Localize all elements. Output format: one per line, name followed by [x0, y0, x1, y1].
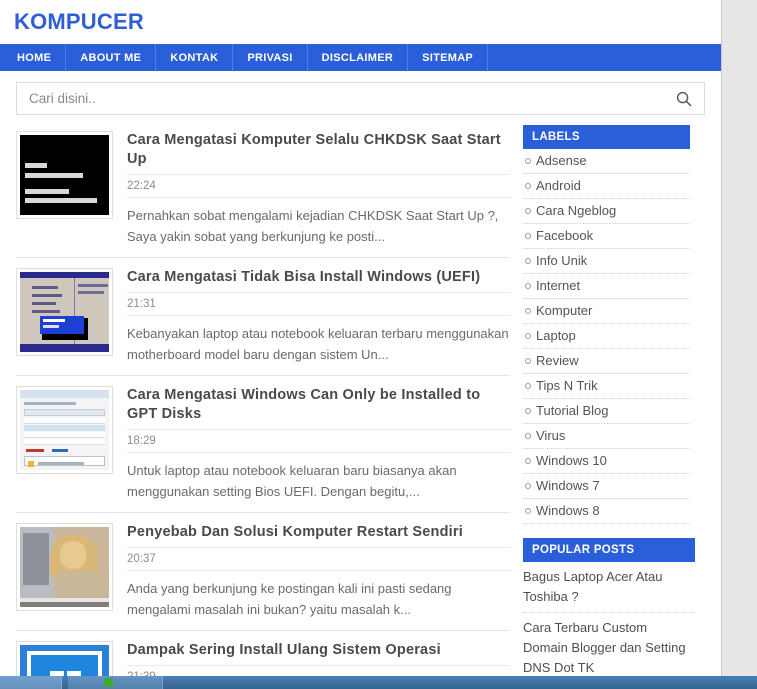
search-box[interactable] — [16, 82, 705, 115]
nav-item-home[interactable]: HOME — [0, 44, 67, 71]
labels-widget-heading: LABELS — [523, 125, 690, 149]
popular-posts-heading: POPULAR POSTS — [523, 538, 695, 562]
windows-taskbar[interactable] — [0, 676, 757, 689]
nav-item-about-me[interactable]: ABOUT ME — [66, 44, 157, 71]
post-title[interactable]: Dampak Sering Install Ulang Sistem Opera… — [127, 641, 510, 665]
label-item-adsense[interactable]: Adsense — [523, 149, 690, 174]
post-title[interactable]: Penyebab Dan Solusi Komputer Restart Sen… — [127, 523, 510, 547]
page-shell: KOMPUCER HOME ABOUT ME KONTAK PRIVASI DI… — [0, 0, 722, 676]
post-time: 22:24 — [127, 174, 510, 198]
label-item-windows-8[interactable]: Windows 8 — [523, 499, 690, 524]
taskbar-app-button[interactable] — [68, 676, 163, 689]
labels-list: Adsense Android Cara Ngeblog Facebook In… — [523, 149, 690, 524]
post-item[interactable]: Dampak Sering Install Ulang Sistem Opera… — [16, 631, 510, 676]
search-icon[interactable] — [676, 91, 692, 107]
popular-post-item[interactable]: Bagus Laptop Acer Atau Toshiba ? — [523, 562, 695, 613]
post-time: 21:31 — [127, 292, 510, 316]
post-snippet: Anda yang berkunjung ke postingan kali i… — [127, 581, 452, 617]
popular-posts-list: Bagus Laptop Acer Atau Toshiba ? Cara Te… — [523, 562, 695, 676]
post-item[interactable]: Cara Mengatasi Komputer Selalu CHKDSK Sa… — [16, 125, 510, 258]
post-time: 20:37 — [127, 547, 510, 571]
nav-item-kontak[interactable]: KONTAK — [156, 44, 234, 71]
post-title[interactable]: Cara Mengatasi Tidak Bisa Install Window… — [127, 268, 510, 292]
nav-item-privasi[interactable]: PRIVASI — [233, 44, 308, 71]
post-snippet: Pernahkan sobat mengalami kejadian CHKDS… — [127, 208, 499, 244]
site-title: KOMPUCER — [14, 9, 144, 34]
post-item[interactable]: Cara Mengatasi Windows Can Only be Insta… — [16, 376, 510, 513]
nav-item-disclaimer[interactable]: DISCLAIMER — [308, 44, 409, 71]
popular-posts-widget: POPULAR POSTS Bagus Laptop Acer Atau Tos… — [523, 538, 695, 676]
post-thumbnail[interactable] — [16, 268, 113, 356]
label-item-info-unik[interactable]: Info Unik — [523, 249, 690, 274]
bios-setup-screenshot — [20, 272, 109, 352]
nav-item-sitemap[interactable]: SITEMAP — [408, 44, 489, 71]
post-snippet: Kebanyakan laptop atau notebook keluaran… — [127, 326, 509, 362]
labels-widget: LABELS Adsense Android Cara Ngeblog Face… — [523, 125, 690, 524]
label-item-cara-ngeblog[interactable]: Cara Ngeblog — [523, 199, 690, 224]
label-item-android[interactable]: Android — [523, 174, 690, 199]
post-item[interactable]: Cara Mengatasi Tidak Bisa Install Window… — [16, 258, 510, 376]
post-thumbnail[interactable] — [16, 641, 113, 676]
browser-right-gutter — [722, 0, 757, 676]
label-item-windows-10[interactable]: Windows 10 — [523, 449, 690, 474]
label-item-virus[interactable]: Virus — [523, 424, 690, 449]
post-list: Cara Mengatasi Komputer Selalu CHKDSK Sa… — [16, 125, 510, 676]
post-title[interactable]: Cara Mengatasi Komputer Selalu CHKDSK Sa… — [127, 131, 510, 174]
windows-partition-dialog-screenshot — [20, 390, 109, 470]
frustrated-woman-at-computer-photo — [20, 527, 109, 607]
taskbar-start-button[interactable] — [0, 676, 62, 689]
label-item-windows-7[interactable]: Windows 7 — [523, 474, 690, 499]
search-section — [0, 71, 721, 125]
sidebar: LABELS Adsense Android Cara Ngeblog Face… — [523, 125, 695, 676]
label-item-facebook[interactable]: Facebook — [523, 224, 690, 249]
label-item-tutorial-blog[interactable]: Tutorial Blog — [523, 399, 690, 424]
post-time: 18:29 — [127, 429, 510, 453]
main-navigation: HOME ABOUT ME KONTAK PRIVASI DISCLAIMER … — [0, 44, 721, 71]
post-thumbnail[interactable] — [16, 523, 113, 611]
popular-post-item[interactable]: Cara Terbaru Custom Domain Blogger dan S… — [523, 613, 695, 676]
site-header: KOMPUCER — [0, 0, 721, 44]
label-item-review[interactable]: Review — [523, 349, 690, 374]
post-snippet: Untuk laptop atau notebook keluaran baru… — [127, 463, 457, 499]
chkdsk-console-screenshot — [20, 135, 109, 215]
post-thumbnail[interactable] — [16, 131, 113, 219]
search-input[interactable] — [29, 91, 676, 106]
post-thumbnail[interactable] — [16, 386, 113, 474]
label-item-internet[interactable]: Internet — [523, 274, 690, 299]
content-columns: Cara Mengatasi Komputer Selalu CHKDSK Sa… — [0, 125, 721, 676]
windows-logo-laptop-image — [20, 645, 109, 676]
label-item-komputer[interactable]: Komputer — [523, 299, 690, 324]
post-time: 21:39 — [127, 665, 510, 676]
taskbar-app-icon[interactable] — [104, 678, 113, 687]
label-item-laptop[interactable]: Laptop — [523, 324, 690, 349]
label-item-tips-n-trik[interactable]: Tips N Trik — [523, 374, 690, 399]
post-title[interactable]: Cara Mengatasi Windows Can Only be Insta… — [127, 386, 510, 429]
post-item[interactable]: Penyebab Dan Solusi Komputer Restart Sen… — [16, 513, 510, 631]
